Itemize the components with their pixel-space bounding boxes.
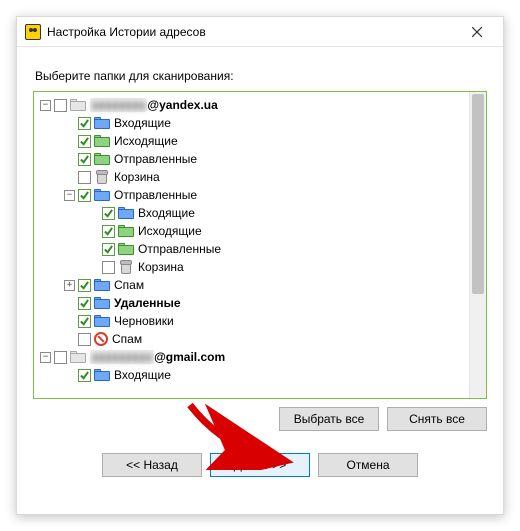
tree-label: Отправленные [138,240,221,258]
tree-label: xxxxxxxx@yandex.ua [90,96,218,114]
toggle-placeholder [64,154,75,165]
tree-label: xxxxxxxxx@gmail.com [90,348,225,366]
folder-icon [118,207,134,219]
folder-icon [118,225,134,237]
folder-icon [94,315,110,327]
tree-label: Спам [112,330,142,348]
folder-icon [94,135,110,147]
tree-row[interactable]: − Отправленные [36,186,484,204]
checkbox[interactable] [78,171,91,184]
cancel-button[interactable]: Отмена [318,453,418,477]
tree-row[interactable]: Корзина [36,168,484,186]
checkbox[interactable] [78,297,91,310]
checkbox[interactable] [78,369,91,382]
spam-icon [94,332,108,346]
selection-buttons-row: Выбрать все Снять все [33,407,487,431]
toggle-placeholder [88,226,99,237]
tree-label: Отправленные [114,150,197,168]
tree-label: Исходящие [114,132,178,150]
toggle-placeholder [64,298,75,309]
toggle-placeholder [64,370,75,381]
tree-label: Отправленные [114,186,197,204]
folder-icon [118,243,134,255]
tree-label: Черновики [114,312,174,330]
toggle-placeholder [64,172,75,183]
folder-icon [94,117,110,129]
expand-toggle[interactable]: + [64,280,75,291]
checkbox[interactable] [78,189,91,202]
tree-label: Удаленные [114,294,181,312]
toggle-placeholder [64,136,75,147]
prompt-label: Выберите папки для сканирования: [35,69,487,83]
app-icon [25,24,41,40]
folder-icon [94,369,110,381]
checkbox[interactable] [102,225,115,238]
toggle-placeholder [88,244,99,255]
checkbox[interactable] [78,279,91,292]
tree-row[interactable]: Входящие [36,114,484,132]
window-title: Настройка Истории адресов [47,25,457,39]
tree-row[interactable]: Удаленные [36,294,484,312]
tree-row[interactable]: Корзина [36,258,484,276]
next-button[interactable]: Далее >> [210,453,310,477]
close-button[interactable] [457,18,497,46]
dialog-window: Настройка Истории адресов Выберите папки… [16,16,504,515]
tree-row[interactable]: Исходящие [36,222,484,240]
checkbox[interactable] [78,153,91,166]
checkbox[interactable] [78,117,91,130]
trash-icon [120,260,132,274]
tree-row[interactable]: Исходящие [36,132,484,150]
checkbox[interactable] [54,99,67,112]
select-all-button[interactable]: Выбрать все [279,407,379,431]
checkbox[interactable] [102,207,115,220]
tree-label: Исходящие [138,222,202,240]
scrollbar[interactable] [469,92,486,398]
close-icon [472,27,482,37]
toggle-placeholder [64,334,75,345]
toggle-placeholder [88,262,99,273]
tree-label: Корзина [138,258,184,276]
checkbox[interactable] [102,243,115,256]
tree-row[interactable]: − xxxxxxxxx@gmail.com [36,348,484,366]
deselect-all-button[interactable]: Снять все [387,407,487,431]
tree-row[interactable]: Отправленные [36,150,484,168]
tree-row[interactable]: − xxxxxxxx@yandex.ua [36,96,484,114]
tree-row[interactable]: + Спам [36,276,484,294]
dialog-body: Выберите папки для сканирования: − xxxxx… [17,47,503,514]
checkbox[interactable] [78,333,91,346]
collapse-toggle[interactable]: − [64,190,75,201]
folder-icon [94,189,110,201]
back-button[interactable]: << Назад [102,453,202,477]
folder-icon [70,99,86,111]
wizard-buttons-row: << Назад Далее >> Отмена [33,453,487,477]
collapse-toggle[interactable]: − [40,352,51,363]
tree-row[interactable]: Черновики [36,312,484,330]
toggle-placeholder [88,208,99,219]
checkbox[interactable] [78,135,91,148]
collapse-toggle[interactable]: − [40,100,51,111]
toggle-placeholder [64,118,75,129]
folder-icon [94,279,110,291]
tree-label: Входящие [114,366,171,384]
checkbox[interactable] [102,261,115,274]
tree-label: Спам [114,276,144,294]
trash-icon [96,170,108,184]
tree-row[interactable]: Входящие [36,366,484,384]
tree-row[interactable]: Входящие [36,204,484,222]
toggle-placeholder [64,316,75,327]
tree-label: Входящие [114,114,171,132]
tree-label: Корзина [114,168,160,186]
folder-icon [94,297,110,309]
folder-tree[interactable]: − xxxxxxxx@yandex.ua Входящие Исходящие … [33,91,487,399]
tree-row[interactable]: Спам [36,330,484,348]
scrollbar-thumb[interactable] [472,94,484,294]
checkbox[interactable] [54,351,67,364]
folder-icon [70,351,86,363]
folder-icon [94,153,110,165]
tree-row[interactable]: Отправленные [36,240,484,258]
titlebar: Настройка Истории адресов [17,17,503,47]
checkbox[interactable] [78,315,91,328]
tree-label: Входящие [138,204,195,222]
